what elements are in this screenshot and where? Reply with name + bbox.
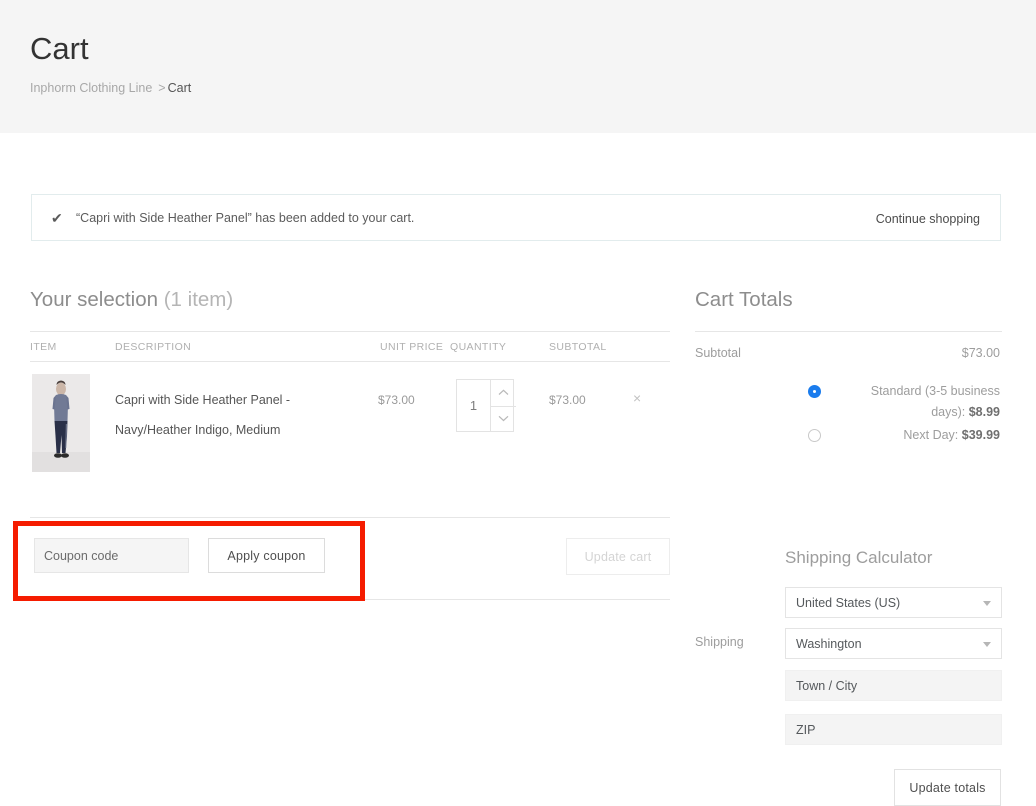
product-unit-price: $73.00 [378,393,415,407]
shipping-standard-price: $8.99 [968,405,1000,419]
shipping-calculator-title: Shipping Calculator [785,548,933,567]
chevron-down-icon [983,642,991,647]
subtotal-value: $73.00 [961,346,1000,360]
product-subtotal: $73.00 [549,393,586,407]
update-totals-button[interactable]: Update totals [894,769,1001,806]
quantity-buttons [490,380,516,432]
update-cart-button[interactable]: Update cart [566,538,670,575]
breadcrumb-separator: > [158,81,166,95]
cart-table-bottom-rule [30,599,670,600]
quantity-stepper[interactable]: 1 [456,379,516,432]
breadcrumb-root[interactable]: Inphorm Clothing Line [30,81,152,95]
column-header-unit-price: UNIT PRICE [380,341,444,353]
cart-notification: ✔ “Capri with Side Heather Panel” has be… [31,194,1001,241]
shipping-option-nextday[interactable]: Next Day: $39.99 [695,419,1002,449]
page-title: Cart [30,31,89,66]
breadcrumb-current: Cart [167,81,192,95]
apply-coupon-button[interactable]: Apply coupon [208,538,325,573]
cart-totals-title: Cart Totals [695,288,793,311]
subtotal-label: Subtotal [695,346,741,360]
zip-input[interactable] [785,714,1002,745]
product-thumbnail[interactable] [32,374,90,472]
cart-totals-panel: Cart Totals Subtotal $73.00 Standard (3-… [695,287,1002,806]
coupon-code-input[interactable] [34,538,189,573]
breadcrumb: Inphorm Clothing Line > Cart [30,81,191,96]
remove-item-icon[interactable]: × [633,390,641,406]
chevron-down-icon [498,416,509,422]
selection-title-text: Your selection [30,288,159,311]
city-input[interactable] [785,670,1002,701]
selection-item-count: (1 item) [163,288,234,311]
shipping-nextday-text: Next Day: $39.99 [835,425,1000,446]
cart-items-panel: Your selection (1 item) ITEM DESCRIPTION… [30,287,670,600]
cart-table: ITEM DESCRIPTION UNIT PRICE QUANTITY SUB… [30,331,670,600]
subtotal-row: Subtotal $73.00 [695,331,1002,371]
shipping-options-block: Standard (3-5 business days): $8.99 Next… [695,371,1002,806]
radio-next-day-shipping[interactable] [808,429,821,442]
quantity-increment-button[interactable] [491,380,516,406]
shipping-nextday-label: Next Day: [903,428,959,442]
chevron-up-icon [498,389,509,396]
shipping-standard-text: Standard (3-5 business days): $8.99 [835,381,1000,423]
table-header-row: ITEM DESCRIPTION UNIT PRICE QUANTITY SUB… [30,331,670,361]
shipping-row-label: Shipping [695,635,744,649]
country-select[interactable]: United States (US) [785,587,1002,618]
country-select-value: United States (US) [796,595,901,610]
shipping-option-standard[interactable]: Standard (3-5 business days): $8.99 [695,381,1002,419]
quantity-decrement-button[interactable] [491,405,516,432]
column-header-quantity: QUANTITY [450,341,507,353]
check-icon: ✔ [51,210,63,226]
column-header-subtotal: SUBTOTAL [549,341,607,353]
continue-shopping-link[interactable]: Continue shopping [876,211,980,228]
column-header-description: DESCRIPTION [115,341,192,353]
totals-table: Subtotal $73.00 Standard (3-5 business d… [695,331,1002,806]
notification-message: “Capri with Side Heather Panel” has been… [76,211,415,225]
radio-standard-shipping[interactable] [808,385,821,398]
state-select[interactable]: Washington [785,628,1002,659]
quantity-value[interactable]: 1 [457,380,490,431]
state-select-value: Washington [796,636,862,651]
chevron-down-icon [983,601,991,606]
shipping-nextday-price: $39.99 [961,428,1000,442]
coupon-row: Apply coupon Update cart [30,517,670,599]
table-row: Capri with Side Heather Panel - Navy/Hea… [30,361,670,517]
column-header-item: ITEM [30,341,57,353]
product-description[interactable]: Capri with Side Heather Panel - Navy/Hea… [115,385,360,445]
page-header-band: Cart Inphorm Clothing Line > Cart [0,0,1036,133]
your-selection-title: Your selection (1 item) [30,287,670,313]
